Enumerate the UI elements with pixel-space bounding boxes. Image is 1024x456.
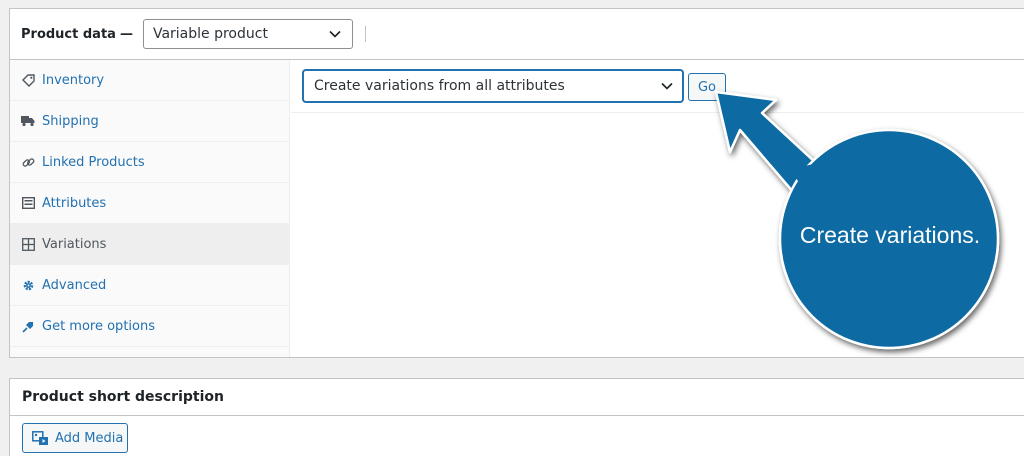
tab-label: Advanced	[42, 277, 107, 293]
go-button[interactable]: Go	[688, 73, 726, 101]
callout-text: Create variations.	[799, 222, 981, 248]
tab-label: Linked Products	[42, 154, 145, 170]
variation-action-value: Create variations from all attributes	[314, 78, 565, 94]
variations-panel: Create variations from all attributes Go	[291, 60, 1024, 357]
tab-linked-products[interactable]: Linked Products	[10, 142, 289, 183]
tab-label: Get more options	[42, 318, 155, 334]
tab-label: Attributes	[42, 195, 107, 211]
product-data-header: Product data — Variable product	[10, 9, 1024, 60]
truck-icon	[21, 114, 35, 128]
media-icon	[32, 430, 49, 446]
product-type-value: Variable product	[152, 26, 268, 42]
link-icon	[21, 155, 35, 169]
short-description-title: Product short description	[10, 379, 1024, 416]
add-media-label: Add Media	[55, 430, 124, 446]
product-data-title: Product data	[21, 26, 116, 42]
variations-toolbar: Create variations from all attributes Go	[291, 60, 1024, 113]
tab-advanced[interactable]: Advanced	[10, 265, 289, 306]
add-media-button[interactable]: Add Media	[22, 423, 128, 453]
tab-label: Variations	[42, 236, 107, 252]
tab-label: Inventory	[42, 72, 105, 88]
chevron-down-icon	[329, 30, 341, 38]
tag-icon	[21, 73, 35, 87]
header-divider	[364, 26, 366, 42]
product-data-panel: Product data — Variable product Inventor…	[9, 8, 1024, 358]
plugin-icon	[21, 319, 35, 333]
tab-attributes[interactable]: Attributes	[10, 183, 289, 224]
product-data-tabs: Inventory Shipping Linked Products Attri…	[10, 60, 290, 357]
tab-inventory[interactable]: Inventory	[10, 60, 289, 101]
chevron-down-icon	[661, 82, 673, 90]
tab-label: Shipping	[42, 113, 99, 129]
product-data-dash: —	[119, 26, 133, 42]
gear-icon	[21, 278, 35, 292]
product-type-select[interactable]: Variable product	[142, 19, 353, 49]
tab-shipping[interactable]: Shipping	[10, 101, 289, 142]
tab-get-more-options[interactable]: Get more options	[10, 306, 289, 347]
grid-icon	[21, 237, 35, 251]
list-icon	[21, 196, 35, 210]
variation-action-select[interactable]: Create variations from all attributes	[303, 70, 683, 102]
tab-variations[interactable]: Variations	[10, 224, 289, 265]
short-description-panel: Product short description Add Media	[9, 378, 1024, 456]
